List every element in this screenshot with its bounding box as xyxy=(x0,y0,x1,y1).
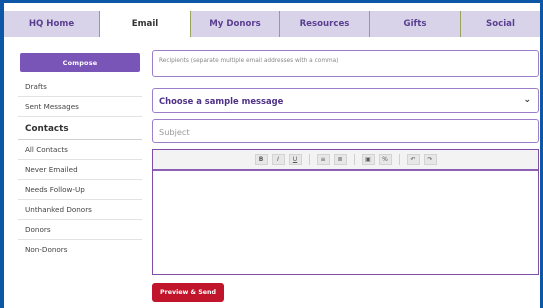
contacts-heading: Contacts xyxy=(18,117,142,140)
bold-icon[interactable]: B xyxy=(254,154,268,165)
redo-icon[interactable]: ↷ xyxy=(423,154,437,165)
undo-icon[interactable]: ↶ xyxy=(406,154,420,165)
sidebar-item-all-contacts[interactable]: All Contacts xyxy=(18,140,142,160)
bullet-list-icon[interactable]: ≡ xyxy=(316,154,330,165)
italic-icon[interactable]: I xyxy=(271,154,285,165)
numbered-list-icon[interactable]: ≣ xyxy=(333,154,347,165)
compose-button[interactable]: Compose xyxy=(20,53,140,72)
tab-gifts[interactable]: Gifts xyxy=(369,11,460,37)
editor-body[interactable] xyxy=(153,171,538,271)
sidebar-item-needs-follow-up[interactable]: Needs Follow-Up xyxy=(18,180,142,200)
tab-social[interactable]: Social xyxy=(460,11,540,37)
underline-icon[interactable]: U xyxy=(288,154,302,165)
sidebar: Compose Drafts Sent Messages Contacts Al… xyxy=(18,53,142,259)
tab-email[interactable]: Email xyxy=(99,11,190,37)
tab-hq-home[interactable]: HQ Home xyxy=(4,11,99,37)
toolbar-divider xyxy=(398,154,400,165)
message-editor[interactable]: B I U ≡ ≣ ▣ % ↶ ↷ xyxy=(152,149,539,275)
preview-send-button[interactable]: Preview & Send xyxy=(152,283,224,302)
recipients-input[interactable]: Recipients (separate multiple email addr… xyxy=(152,50,539,77)
sample-message-value: Choose a sample message xyxy=(159,96,284,106)
link-icon[interactable]: % xyxy=(378,154,392,165)
toolbar-divider xyxy=(308,154,310,165)
editor-toolbar: B I U ≡ ≣ ▣ % ↶ ↷ xyxy=(153,150,538,171)
subject-input[interactable]: Subject xyxy=(152,119,539,143)
tab-my-donors[interactable]: My Donors xyxy=(190,11,279,37)
app-frame: HQ Home Email My Donors Resources Gifts … xyxy=(4,3,540,308)
sidebar-item-non-donors[interactable]: Non-Donors xyxy=(18,240,142,259)
sidebar-item-donors[interactable]: Donors xyxy=(18,220,142,240)
sidebar-item-never-emailed[interactable]: Never Emailed xyxy=(18,160,142,180)
sample-message-select[interactable]: Choose a sample message ⌄ xyxy=(152,88,539,113)
tab-resources[interactable]: Resources xyxy=(279,11,369,37)
toolbar-divider xyxy=(353,154,355,165)
recipients-placeholder: Recipients (separate multiple email addr… xyxy=(159,58,339,64)
subject-placeholder: Subject xyxy=(159,127,190,137)
sidebar-item-drafts[interactable]: Drafts xyxy=(18,77,142,97)
sidebar-item-unthanked-donors[interactable]: Unthanked Donors xyxy=(18,200,142,220)
sidebar-item-sent-messages[interactable]: Sent Messages xyxy=(18,97,142,117)
chevron-down-icon: ⌄ xyxy=(523,95,531,105)
image-icon[interactable]: ▣ xyxy=(361,154,375,165)
top-tab-bar: HQ Home Email My Donors Resources Gifts … xyxy=(4,11,540,37)
